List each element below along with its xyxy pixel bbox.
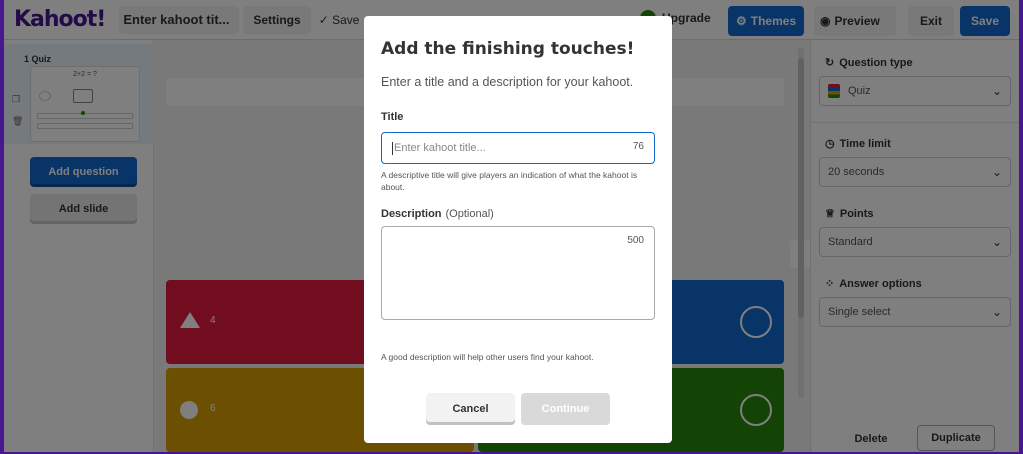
description-optional: (Optional)	[445, 208, 494, 220]
description-textarea[interactable]: 500	[381, 226, 655, 320]
finishing-touches-dialog: Add the finishing touches! Enter a title…	[364, 16, 672, 443]
title-input[interactable]: Enter kahoot title... 76	[381, 132, 655, 164]
description-label-text: Description	[381, 208, 442, 220]
app-window: Kahoot! Enter kahoot tit... Settings ✓ S…	[0, 0, 1023, 454]
description-label: Description (Optional)	[381, 208, 655, 220]
title-hint: A descriptive title will give players an…	[381, 170, 638, 192]
text-caret	[392, 141, 393, 155]
cancel-button[interactable]: Cancel	[426, 393, 515, 425]
description-char-counter: 500	[627, 235, 644, 246]
continue-button[interactable]: Continue	[521, 393, 610, 425]
title-placeholder: Enter kahoot title...	[394, 142, 486, 154]
dialog-actions: Cancel Continue	[426, 393, 610, 425]
title-char-counter: 76	[632, 141, 644, 152]
dialog-title: Add the finishing touches!	[381, 39, 635, 59]
description-hint: A good description will help other users…	[381, 352, 594, 362]
title-label: Title	[381, 111, 404, 123]
dialog-subtitle: Enter a title and a description for your…	[381, 75, 634, 89]
